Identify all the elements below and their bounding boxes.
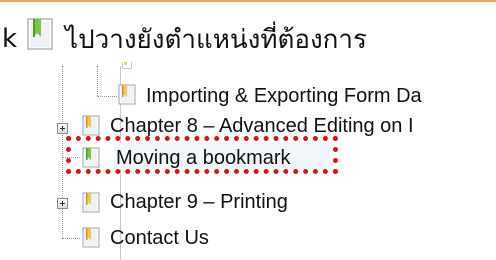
tree-item[interactable]: Contact Us [0,224,496,258]
tree-item[interactable]: Chapter 9 – Printing [0,190,496,224]
screenshot-page: k ไปวางยังตำแหน่งที่ต้องการ Importing & … [0,0,496,260]
tree-item-label: Chapter 9 – Printing [110,191,288,213]
tree-item-label: Chapter 8 – Advanced Editing on I [110,115,414,137]
highlight-dotted-frame [66,136,338,174]
top-divider [0,0,496,2]
bookmark-icon [122,62,132,69]
bookmark-large-icon [27,18,53,50]
instruction-lead-text: k [2,24,18,54]
instruction-line: k ไปวางยังตำแหน่งที่ต้องการ [0,14,367,64]
tree-item-label: Importing & Exporting Form Da [146,85,422,107]
bookmark-icon [82,192,100,213]
expand-plus-icon[interactable] [57,123,68,134]
instruction-text: ไปวางยังตำแหน่งที่ต้องการ [65,24,367,55]
bookmark-icon [118,84,136,105]
expand-plus-icon[interactable] [57,198,68,209]
bookmark-icon [82,227,100,248]
tree-item-label: Contact Us [110,227,209,249]
tree-item[interactable]: Importing & Exporting Form Da [0,80,496,114]
bookmark-icon [82,115,100,136]
